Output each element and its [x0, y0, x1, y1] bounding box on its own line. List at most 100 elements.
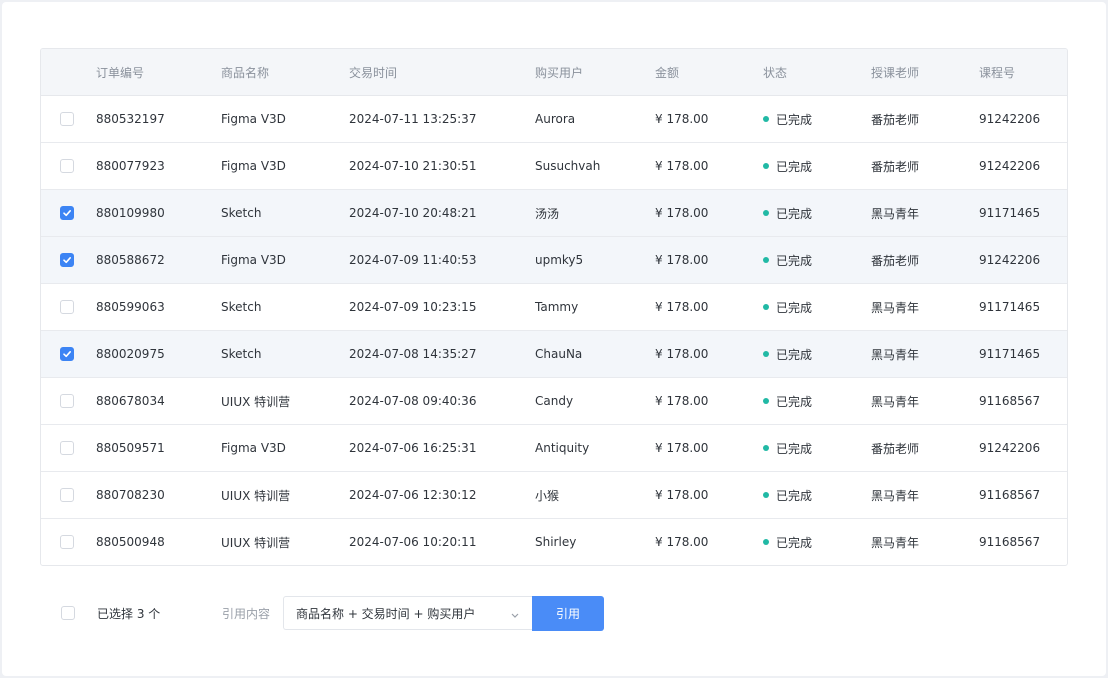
status-text: 已完成	[776, 347, 813, 362]
checkbox-box[interactable]	[60, 441, 74, 455]
cell-amount: ¥ 178.00	[655, 488, 709, 502]
table-row[interactable]: 880678034 UIUX 特训营 2024-07-08 09:40:36 Cand…	[41, 378, 1067, 425]
cell-order-number: 880532197	[96, 112, 165, 126]
cell-course-number: 91168567	[979, 394, 1041, 408]
cell-buyer-name: Aurora	[535, 112, 576, 126]
table-row[interactable]: 880077923 Figma V3D 2024-07-10 21:30:51 Sus…	[41, 143, 1067, 190]
selected-count: 已选择 3 个	[97, 606, 161, 621]
checkbox-box[interactable]	[60, 535, 74, 549]
cell-buyer-name: 小猴	[535, 488, 560, 503]
cell-status: 已完成	[763, 237, 812, 283]
cell-teacher-name: 番茄老师	[871, 253, 920, 268]
cell-buyer-name: Shirley	[535, 535, 577, 549]
table-row[interactable]: 880532197 Figma V3D 2024-07-11 13:25:37 Aur…	[41, 96, 1067, 143]
column-header-teacher[interactable]: 授课老师	[871, 49, 919, 95]
cell-order-number: 880020975	[96, 347, 165, 361]
cell-product-name: Figma V3D	[221, 253, 286, 267]
row-checkbox[interactable]	[60, 237, 74, 283]
cell-transaction-time: 2024-07-08 09:40:36	[349, 394, 477, 408]
cell-buyer-name: Candy	[535, 394, 574, 408]
row-checkbox[interactable]	[60, 284, 74, 330]
checkbox-box[interactable]	[60, 394, 74, 408]
status-dot-icon	[763, 304, 769, 310]
cell-status: 已完成	[763, 190, 812, 236]
apply-reference-button[interactable]: 引用	[532, 596, 604, 631]
status-text: 已完成	[776, 112, 813, 127]
checkbox-box[interactable]	[60, 253, 74, 267]
column-header-course[interactable]: 课程号	[979, 49, 1015, 95]
column-header-order[interactable]: 订单编号	[96, 49, 144, 95]
cell-status: 已完成	[763, 519, 812, 565]
status-dot-icon	[763, 257, 769, 263]
checkbox-box[interactable]	[60, 300, 74, 314]
cell-status: 已完成	[763, 96, 812, 142]
cell-order-number: 880500948	[96, 535, 165, 549]
column-header-user[interactable]: 购买用户	[535, 49, 583, 95]
status-dot-icon	[763, 163, 769, 169]
cell-product-name: Sketch	[221, 206, 262, 220]
cell-status: 已完成	[763, 143, 812, 189]
chevron-down-icon[interactable]	[510, 609, 520, 623]
cell-transaction-time: 2024-07-06 12:30:12	[349, 488, 477, 502]
column-header-time[interactable]: 交易时间	[349, 49, 397, 95]
row-checkbox[interactable]	[60, 425, 74, 471]
checkbox-box[interactable]	[60, 112, 74, 126]
table-row[interactable]: 880500948 UIUX 特训营 2024-07-06 10:20:11 Shir…	[41, 519, 1067, 565]
checkbox-box[interactable]	[61, 606, 75, 620]
cell-product-name: UIUX 特训营	[221, 394, 291, 409]
cell-buyer-name: upmky5	[535, 253, 584, 267]
row-checkbox[interactable]	[60, 519, 74, 565]
column-header-product[interactable]: 商品名称	[221, 49, 269, 95]
status-text: 已完成	[776, 535, 813, 550]
cell-product-name: Figma V3D	[221, 441, 286, 455]
cell-teacher-name: 黑马青年	[871, 300, 920, 315]
status-dot-icon	[763, 210, 769, 216]
table-row[interactable]: 880020975 Sketch 2024-07-08 14:35:27 ChauNa…	[41, 331, 1067, 378]
cell-amount: ¥ 178.00	[655, 347, 709, 361]
cell-order-number: 880599063	[96, 300, 165, 314]
status-text: 已完成	[776, 441, 813, 456]
checkbox-box[interactable]	[60, 159, 74, 173]
cell-order-number: 880509571	[96, 441, 165, 455]
checkbox-box[interactable]	[60, 206, 74, 220]
row-checkbox[interactable]	[60, 96, 74, 142]
row-checkbox[interactable]	[60, 331, 74, 377]
checkbox-box[interactable]	[60, 488, 74, 502]
column-header-amount[interactable]: 金额	[655, 49, 679, 95]
cell-amount: ¥ 178.00	[655, 112, 709, 126]
row-checkbox[interactable]	[60, 378, 74, 424]
cell-status: 已完成	[763, 284, 812, 330]
table-row[interactable]: 880708230 UIUX 特训营 2024-07-06 12:30:12 小猴 ¥ …	[41, 472, 1067, 519]
cell-transaction-time: 2024-07-06 10:20:11	[349, 535, 477, 549]
cell-order-number: 880109980	[96, 206, 165, 220]
table-row[interactable]: 880509571 Figma V3D 2024-07-06 16:25:31 Ant…	[41, 425, 1067, 472]
cell-buyer-name: Tammy	[535, 300, 579, 314]
cell-course-number: 91242206	[979, 159, 1041, 173]
cell-buyer-name: Susuchvah	[535, 159, 601, 173]
cell-teacher-name: 黑马青年	[871, 347, 920, 362]
row-checkbox[interactable]	[60, 143, 74, 189]
column-header-status[interactable]: 状态	[763, 49, 787, 95]
row-checkbox[interactable]	[60, 472, 74, 518]
cell-status: 已完成	[763, 425, 812, 471]
cell-teacher-name: 黑马青年	[871, 488, 920, 503]
reference-label: 引用内容	[222, 606, 271, 621]
cell-amount: ¥ 178.00	[655, 300, 709, 314]
table-row[interactable]: 880599063 Sketch 2024-07-09 10:23:15 Tammy ¥…	[41, 284, 1067, 331]
table-row[interactable]: 880588672 Figma V3D 2024-07-09 11:40:53 upm…	[41, 237, 1067, 284]
cell-order-number: 880708230	[96, 488, 165, 502]
status-text: 已完成	[776, 206, 813, 221]
reference-select[interactable]: 商品名称 + 交易时间 + 购买用户	[283, 596, 532, 630]
row-checkbox[interactable]	[60, 190, 74, 236]
cell-course-number: 91242206	[979, 441, 1041, 455]
cell-teacher-name: 黑马青年	[871, 206, 920, 221]
check-icon	[63, 257, 71, 264]
cell-order-number: 880588672	[96, 253, 165, 267]
select-all-checkbox[interactable]	[61, 606, 75, 620]
table-row[interactable]: 880109980 Sketch 2024-07-10 20:48:21 汤汤 ¥ 17…	[41, 190, 1067, 237]
cell-teacher-name: 番茄老师	[871, 112, 920, 127]
cell-course-number: 91171465	[979, 206, 1041, 220]
cell-transaction-time: 2024-07-09 11:40:53	[349, 253, 477, 267]
cell-course-number: 91171465	[979, 347, 1041, 361]
checkbox-box[interactable]	[60, 347, 74, 361]
